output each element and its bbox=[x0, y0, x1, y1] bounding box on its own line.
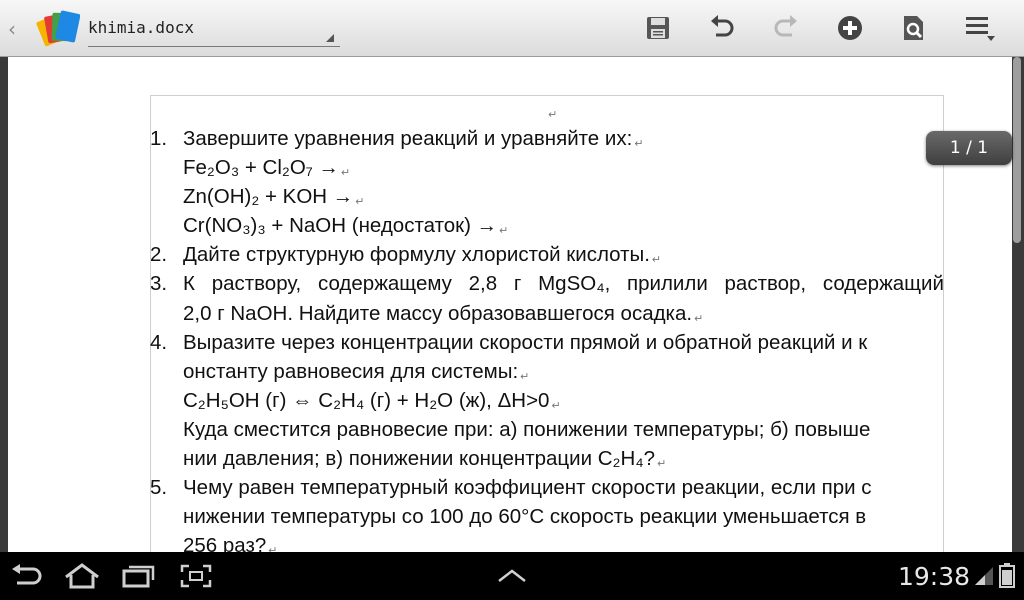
q5-line1: Чему равен температурный коэффициент ско… bbox=[183, 476, 872, 500]
paragraph-mark: ↵ bbox=[499, 225, 509, 238]
expand-button[interactable] bbox=[490, 560, 534, 592]
vertical-scrollbar[interactable] bbox=[1013, 57, 1021, 243]
find-button[interactable] bbox=[894, 10, 934, 46]
home-icon bbox=[65, 563, 99, 589]
plus-circle-icon bbox=[838, 16, 862, 40]
list-item: 3. К раствору, содержащему 2,8 г MgSO₄, … bbox=[150, 269, 944, 298]
list-item: 1. Завершите уравнения реакций и уравняй… bbox=[150, 124, 944, 153]
back-arrow-icon bbox=[12, 564, 42, 585]
q4-line1: Выразите через концентрации скорости пря… bbox=[183, 330, 868, 354]
top-toolbar: ‹ khimia.docx bbox=[0, 0, 1024, 57]
word: К bbox=[183, 272, 195, 296]
list-number: 5. bbox=[150, 476, 168, 500]
paragraph-mark: ↵ bbox=[548, 108, 558, 121]
q4-equation: C₂H₅OH (г) ⇔ C₂H₄ (г) + H₂O (ж), ΔH>0 bbox=[183, 388, 550, 412]
title-underline bbox=[88, 46, 340, 47]
word: содержащему bbox=[318, 272, 452, 296]
question-text-justified: К раствору, содержащему 2,8 г MgSO₄, при… bbox=[183, 269, 944, 298]
screen-capture-icon bbox=[180, 564, 212, 588]
paragraph-mark: ↵ bbox=[355, 196, 365, 209]
continuation-line: нижении температуры со 100 до 60°C скоро… bbox=[150, 502, 944, 531]
menu-button[interactable] bbox=[960, 10, 1000, 46]
list-number: 1. bbox=[150, 127, 168, 150]
redo-button[interactable] bbox=[766, 10, 806, 46]
screenshot-button[interactable] bbox=[174, 560, 218, 592]
eq2-text: Zn(OH)₂ + KOH → bbox=[183, 185, 354, 209]
system-navigation-bar: 19:38 bbox=[0, 552, 1024, 600]
document-body[interactable]: 1. Завершите уравнения реакций и уравняй… bbox=[150, 124, 944, 560]
continuation-line: 2,0 г NaOH. Найдите массу образовавшегос… bbox=[150, 299, 944, 328]
battery-icon bbox=[999, 563, 1015, 588]
undo-button[interactable] bbox=[702, 10, 742, 46]
home-button[interactable] bbox=[60, 560, 104, 592]
word: раствор, bbox=[724, 272, 807, 296]
recent-apps-icon bbox=[122, 565, 155, 588]
list-item: 2. Дайте структурную формулу хлористой к… bbox=[150, 240, 944, 269]
list-item: 4. Выразите через концентрации скорости … bbox=[150, 328, 944, 357]
word: г bbox=[513, 272, 522, 296]
equation-line: Zn(OH)₂ + KOH → ↵ bbox=[150, 182, 944, 211]
document-title[interactable]: khimia.docx bbox=[88, 18, 194, 37]
equation-line: C₂H₅OH (г) ⇔ C₂H₄ (г) + H₂O (ж), ΔH>0 ↵ bbox=[150, 386, 944, 415]
paragraph-mark: ↵ bbox=[341, 167, 351, 180]
signal-strength-icon bbox=[975, 567, 993, 585]
word: 2,8 bbox=[468, 272, 498, 296]
word: прилили bbox=[627, 272, 708, 296]
paragraph-mark: ↵ bbox=[551, 399, 561, 412]
eq1-text: Fe₂O₃ + Cl₂O₇ → bbox=[183, 156, 340, 180]
chevron-up-icon bbox=[498, 569, 526, 582]
eq3-text: Cr(NO₃)₃ + NaOH (недостаток) → bbox=[183, 214, 498, 238]
menu-lines-icon bbox=[966, 17, 995, 41]
polaris-office-app-icon[interactable] bbox=[34, 8, 80, 48]
equation-line: Cr(NO₃)₃ + NaOH (недостаток) → ↵ bbox=[150, 211, 944, 240]
q4-line3: Куда сместится равновесие при: а) пониже… bbox=[183, 417, 871, 441]
q3-line2: 2,0 г NaOH. Найдите массу образовавшегос… bbox=[183, 301, 693, 325]
list-number: 3. bbox=[150, 272, 168, 296]
floppy-disk-icon bbox=[647, 17, 669, 39]
equation-line: Fe₂O₃ + Cl₂O₇ → ↵ bbox=[150, 153, 944, 182]
q1-text: Завершите уравнения реакций и уравняйте … bbox=[183, 127, 633, 150]
clock[interactable]: 19:38 bbox=[898, 562, 970, 591]
continuation-line: онстанту равновесия для системы: ↵ bbox=[150, 357, 944, 386]
q4-line2: онстанту равновесия для системы: bbox=[183, 359, 519, 383]
word: MgSO₄, bbox=[538, 272, 611, 296]
list-number: 2. bbox=[150, 243, 168, 267]
insert-button[interactable] bbox=[830, 10, 870, 46]
q2-text: Дайте структурную формулу хлористой кисл… bbox=[183, 243, 650, 267]
list-item: 5. Чему равен температурный коэффициент … bbox=[150, 473, 944, 502]
back-button[interactable] bbox=[4, 560, 48, 592]
paragraph-mark: ↵ bbox=[634, 138, 644, 150]
back-chevron-icon[interactable]: ‹ bbox=[8, 17, 16, 41]
continuation-line: Куда сместится равновесие при: а) пониже… bbox=[150, 415, 944, 444]
paragraph-mark: ↵ bbox=[657, 458, 667, 471]
word: раствору, bbox=[211, 272, 302, 296]
undo-icon bbox=[711, 15, 734, 37]
word: содержащий bbox=[822, 272, 944, 296]
redo-icon bbox=[774, 15, 797, 37]
paragraph-mark: ↵ bbox=[651, 254, 662, 267]
list-number: 4. bbox=[150, 330, 168, 354]
recent-apps-button[interactable] bbox=[116, 560, 160, 592]
q5-line2: нижении температуры со 100 до 60°C скоро… bbox=[183, 505, 867, 529]
paragraph-mark: ↵ bbox=[520, 370, 530, 383]
continuation-line: нии давления; в) понижении концентрации … bbox=[150, 444, 944, 473]
save-button[interactable] bbox=[638, 10, 678, 46]
q4-line4: нии давления; в) понижении концентрации … bbox=[183, 447, 656, 471]
document-search-icon bbox=[904, 16, 923, 40]
paragraph-mark: ↵ bbox=[694, 312, 704, 325]
title-dropdown-caret-icon[interactable] bbox=[326, 34, 334, 42]
